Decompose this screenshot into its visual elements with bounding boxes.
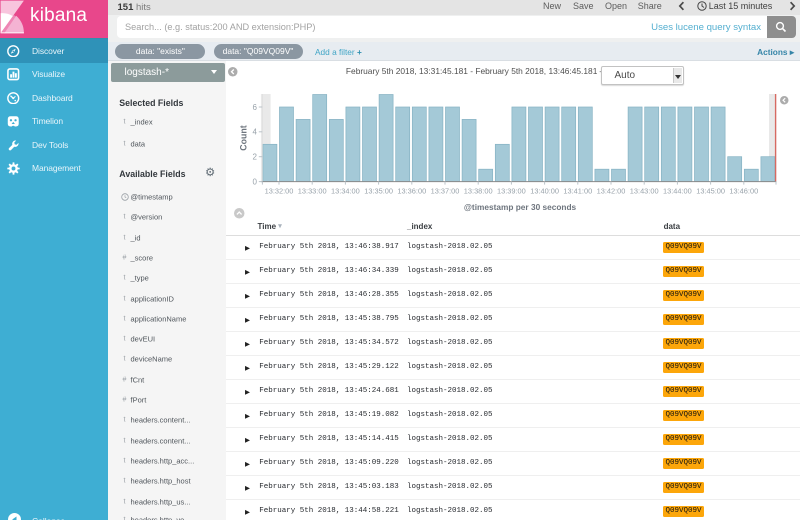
svg-text:13:36:00: 13:36:00 bbox=[397, 186, 426, 195]
svg-text:13:32:00: 13:32:00 bbox=[265, 186, 294, 195]
svg-text:13:38:00: 13:38:00 bbox=[464, 186, 493, 195]
svg-text:13:43:00: 13:43:00 bbox=[630, 186, 659, 195]
svg-text:13:40:00: 13:40:00 bbox=[530, 186, 559, 195]
svg-text:Count: Count bbox=[239, 125, 249, 150]
svg-text:13:35:00: 13:35:00 bbox=[364, 186, 393, 195]
svg-text:13:44:00: 13:44:00 bbox=[663, 186, 692, 195]
svg-text:13:39:00: 13:39:00 bbox=[497, 186, 526, 195]
svg-text:4: 4 bbox=[253, 128, 258, 137]
svg-text:13:34:00: 13:34:00 bbox=[331, 186, 360, 195]
svg-text:13:37:00: 13:37:00 bbox=[431, 186, 460, 195]
svg-text:0: 0 bbox=[253, 177, 258, 186]
svg-text:13:42:00: 13:42:00 bbox=[597, 186, 626, 195]
svg-text:2: 2 bbox=[253, 153, 258, 162]
svg-text:13:41:00: 13:41:00 bbox=[563, 186, 592, 195]
svg-text:13:46:00: 13:46:00 bbox=[729, 186, 758, 195]
svg-text:13:45:00: 13:45:00 bbox=[696, 186, 725, 195]
svg-text:6: 6 bbox=[253, 103, 258, 112]
svg-text:13:33:00: 13:33:00 bbox=[298, 186, 327, 195]
